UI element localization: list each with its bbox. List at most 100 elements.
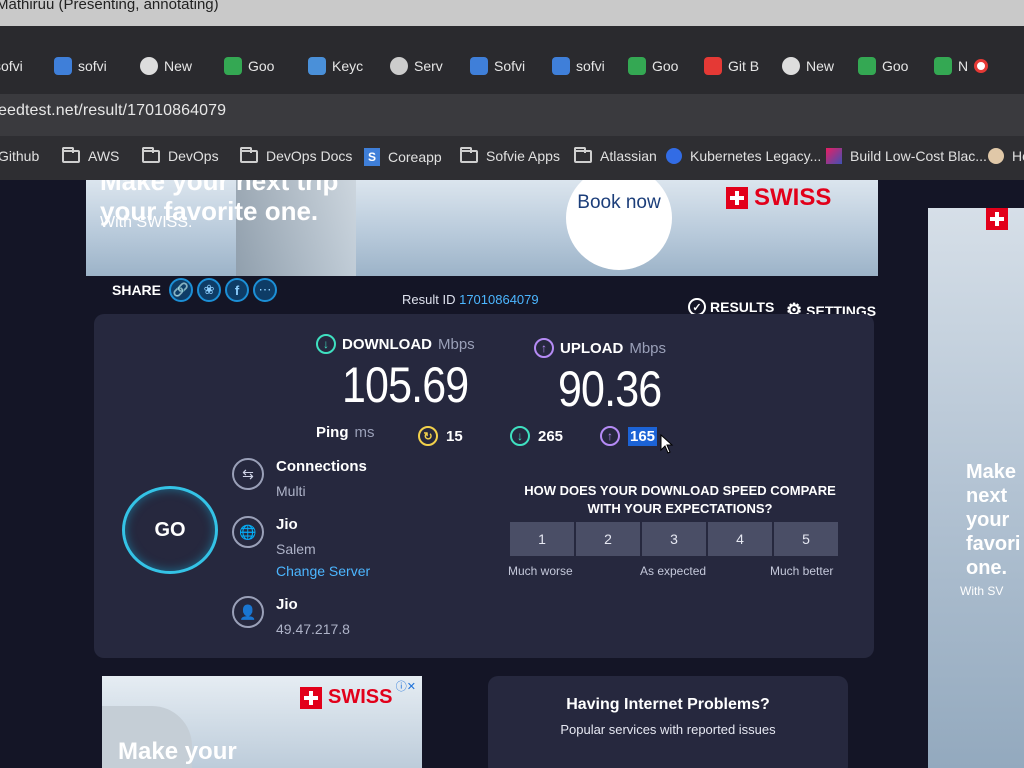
address-bar[interactable]: eedtest.net/result/17010864079 <box>0 94 1024 136</box>
swiss-flag-icon <box>986 208 1008 230</box>
folder-icon <box>240 146 258 163</box>
swiss-logo: SWISS <box>300 686 392 709</box>
bookmark-devops[interactable]: DevOps <box>142 146 219 164</box>
browser-tab[interactable]: sofvi <box>0 46 32 86</box>
bookmark-label: Ho <box>1012 148 1024 164</box>
results-label: RESULTS <box>710 299 775 315</box>
bottom-banner-ad[interactable]: ⓘ✕ SWISS Make your <box>102 676 422 768</box>
result-id-link[interactable]: 17010864079 <box>459 292 539 307</box>
upload-ping-icon: ↑ <box>600 426 620 446</box>
ping-label: Ping <box>316 424 349 441</box>
right-side-ad[interactable]: Make next your favori one. With SV <box>928 208 1024 768</box>
window-title-bar: Mathiruu (Presenting, annotating) <box>0 0 1024 26</box>
tab-favicon-icon <box>628 57 646 75</box>
tab-favicon-icon <box>140 57 158 75</box>
link-icon[interactable]: 🔗 <box>169 278 194 302</box>
internet-problems-card: Having Internet Problems? Popular servic… <box>488 676 848 768</box>
bookmark-coreapp[interactable]: S Coreapp <box>364 148 442 166</box>
rating-button-4[interactable]: 4 <box>708 522 772 556</box>
tab-label: Goo <box>652 58 679 74</box>
rating-button-1[interactable]: 1 <box>510 522 574 556</box>
bookmark-label: Github <box>0 148 40 164</box>
browser-tab[interactable]: sofvi <box>54 46 118 86</box>
tab-label: Keyc <box>332 58 364 74</box>
bookmark-label: Build Low-Cost Blac... <box>850 148 987 164</box>
bookmark-aws[interactable]: AWS <box>62 146 119 164</box>
scale-label-high: Much better <box>770 564 834 578</box>
kubernetes-icon <box>666 148 682 164</box>
ping-idle: ↻ 15 <box>418 426 463 446</box>
scale-label-mid: As expected <box>640 564 707 578</box>
folder-icon <box>62 146 80 163</box>
ad-close-icon[interactable]: ⓘ✕ <box>396 678 416 694</box>
browser-tab[interactable]: Git B <box>704 46 764 86</box>
share-row: SHARE 🔗 ❀ f ⋯ <box>112 278 278 302</box>
browser-tab[interactable]: Keyc <box>308 46 370 86</box>
download-icon: ↓ <box>316 334 336 354</box>
page-icon <box>826 148 842 164</box>
bookmark-build-low-cost[interactable]: Build Low-Cost Blac... <box>826 148 987 164</box>
rating-button-2[interactable]: 2 <box>576 522 640 556</box>
tab-favicon-icon <box>934 57 952 75</box>
tab-favicon-icon <box>390 57 408 75</box>
upload-unit: Mbps <box>629 339 667 357</box>
ping-download: ↓ 265 <box>510 426 563 446</box>
browser-tab[interactable]: New <box>782 46 838 86</box>
book-now-button[interactable]: Book now <box>566 180 672 270</box>
mouse-cursor-icon <box>660 434 674 454</box>
browser-tab[interactable]: Goo <box>628 46 684 86</box>
tab-label: sofvi <box>0 58 23 74</box>
bookmark-github[interactable]: Github <box>0 148 39 164</box>
browser-tab[interactable]: Sofvi <box>470 46 530 86</box>
browser-tab[interactable]: New <box>140 46 204 86</box>
server-location: Salem <box>276 541 316 557</box>
bookmark-ho[interactable]: Ho <box>988 148 1024 164</box>
bookmark-label: Sofvie Apps <box>486 148 560 164</box>
browser-tab[interactable]: Goo <box>224 46 286 86</box>
results-card: ↓ DOWNLOAD Mbps 105.69 ↑ UPLOAD Mbps 90.… <box>94 314 874 658</box>
tab-favicon-icon <box>54 57 72 75</box>
result-id: Result ID 17010864079 <box>402 292 539 307</box>
change-server-link[interactable]: Change Server <box>276 563 370 579</box>
ad-headline: Make your <box>118 738 237 765</box>
upload-value: 90.36 <box>558 361 662 417</box>
sofvie-icon: S <box>364 148 380 166</box>
browser-tab[interactable]: Goo <box>858 46 916 86</box>
go-button[interactable]: GO <box>122 486 218 574</box>
facebook-icon[interactable]: f <box>225 278 250 302</box>
tab-favicon-icon <box>552 57 570 75</box>
rating-button-3[interactable]: 3 <box>642 522 706 556</box>
provider-title: Jio <box>276 596 298 613</box>
ad-headline-line-1: Make your next trip <box>100 180 339 196</box>
browser-tab[interactable]: N <box>934 46 990 86</box>
bookmark-devops-docs[interactable]: DevOps Docs <box>240 146 352 164</box>
survey-question: HOW DOES YOUR DOWNLOAD SPEED COMPARE WIT… <box>524 483 836 516</box>
problems-title: Having Internet Problems? <box>566 696 770 713</box>
tab-favicon-icon <box>704 57 722 75</box>
share-label: SHARE <box>112 282 162 298</box>
tab-label: sofvi <box>576 58 605 74</box>
avatar-icon <box>988 148 1004 164</box>
rating-button-5[interactable]: 5 <box>774 522 838 556</box>
browser-tab[interactable]: sofvi <box>552 46 608 86</box>
twitter-icon[interactable]: ❀ <box>197 278 222 302</box>
more-icon[interactable]: ⋯ <box>253 278 278 302</box>
swiss-brand: SWISS <box>754 184 832 211</box>
tab-label: N <box>958 58 969 74</box>
address-url[interactable]: eedtest.net/result/17010864079 <box>0 102 226 120</box>
upload-icon: ↑ <box>534 338 554 358</box>
ping-upload-value: 165 <box>628 426 658 446</box>
bookmarks-bar: Github AWS DevOps DevOps Docs S Coreapp S… <box>0 136 1024 180</box>
bookmark-kubernetes[interactable]: Kubernetes Legacy... <box>666 148 821 164</box>
ping-download-value: 265 <box>538 427 564 445</box>
bookmark-atlassian[interactable]: Atlassian <box>574 146 657 164</box>
browser-tab[interactable]: Serv <box>390 46 450 86</box>
ping-unit: ms <box>354 424 375 441</box>
download-value: 105.69 <box>342 357 469 413</box>
folder-icon <box>460 146 478 163</box>
folder-icon <box>142 146 160 163</box>
download-ping-icon: ↓ <box>510 426 530 446</box>
bookmark-sofvie-apps[interactable]: Sofvie Apps <box>460 146 560 164</box>
top-banner-ad[interactable]: Make your next trip your favorite one. W… <box>86 180 878 276</box>
tab-label: Serv <box>414 58 443 74</box>
